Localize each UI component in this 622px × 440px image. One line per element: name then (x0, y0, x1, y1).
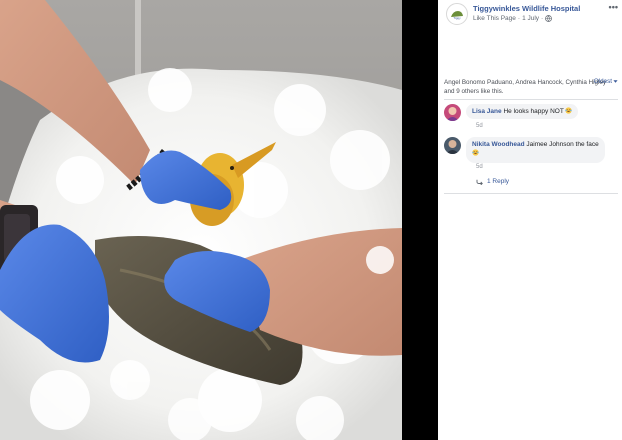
divider (444, 193, 618, 194)
sort-label: Oldest (593, 78, 612, 85)
reply-count: 1 Reply (487, 178, 510, 185)
reply-arrow-icon (476, 179, 483, 185)
comment-sort-dropdown[interactable]: Oldest (594, 78, 618, 85)
penguin-bath-image (0, 0, 402, 440)
photo-gutter (402, 0, 438, 440)
comment-timestamp[interactable]: 5d (476, 123, 483, 129)
meta-separator-2: · (541, 15, 544, 22)
divider (444, 99, 618, 100)
user-avatar-icon (444, 137, 461, 154)
chevron-down-icon (613, 80, 618, 83)
comment-text: Jaimee Johnson the face (526, 141, 599, 148)
comment-author[interactable]: Nikita Woodhead (472, 141, 525, 148)
laughing-tears-emoji-icon (472, 149, 479, 156)
comment-author[interactable]: Lisa Jane (472, 108, 502, 115)
like-page-link[interactable]: Like This Page (473, 15, 516, 22)
comment-text: He looks happy NOT (503, 108, 564, 115)
comments-panel: Tiggy Tiggywinkles Wildlife Hospital Lik… (438, 0, 622, 440)
avatar[interactable] (444, 104, 461, 121)
meta-separator: · (517, 15, 521, 22)
comment-bubble: Lisa Jane He looks happy NOT (466, 104, 579, 119)
avatar[interactable] (444, 137, 461, 154)
globe-icon (545, 15, 553, 22)
laughing-tears-emoji-icon (565, 107, 573, 114)
likes-summary[interactable]: Angel Bonomo Paduano, Andrea Hancock, Cy… (444, 78, 618, 96)
comment-bubble: Nikita Woodhead Jaimee Johnson the face (466, 137, 605, 163)
comment-timestamp[interactable]: 5d (476, 164, 483, 170)
post-photo[interactable] (0, 0, 402, 440)
more-horizontal-icon[interactable]: ••• (609, 2, 618, 12)
view-replies-link[interactable]: 1 Reply (476, 178, 509, 185)
post-header: Tiggy Tiggywinkles Wildlife Hospital Lik… (438, 0, 622, 28)
svg-text:Tiggy: Tiggy (453, 16, 461, 20)
post-date-link[interactable]: 1 July (522, 15, 539, 22)
hedgehog-logo-icon: Tiggy (451, 11, 463, 20)
post-meta: Like This Page · 1 July · (473, 15, 553, 22)
page-avatar[interactable]: Tiggy (446, 3, 468, 25)
page-name-link[interactable]: Tiggywinkles Wildlife Hospital (473, 4, 580, 13)
user-avatar-icon (444, 104, 461, 121)
